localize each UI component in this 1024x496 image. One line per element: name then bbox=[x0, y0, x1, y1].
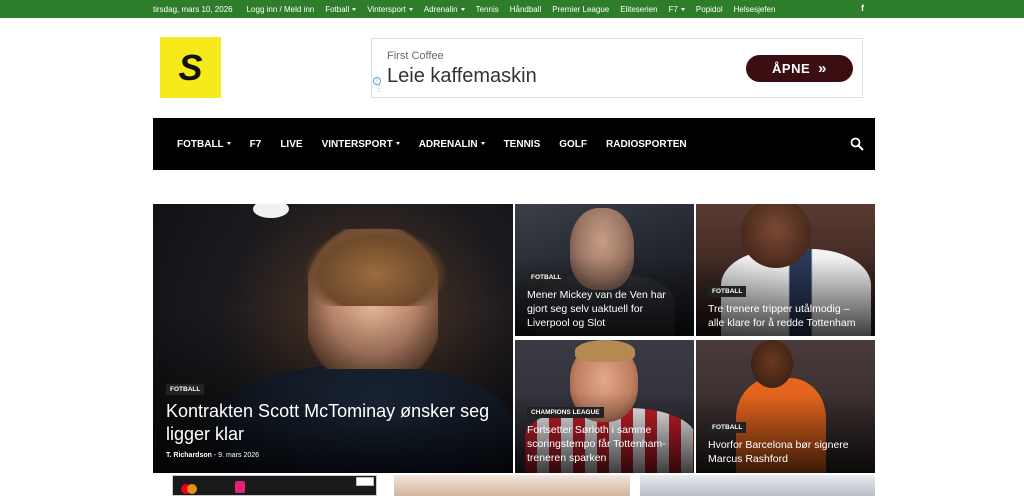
top-nav-eliteserien[interactable]: Eliteserien bbox=[620, 5, 657, 14]
advertisement-banner[interactable]: i ⋮ First Coffee Leie kaffemaskin ÅPNE » bbox=[371, 38, 863, 98]
ad-menu-icon[interactable]: ⋮ bbox=[375, 85, 383, 93]
top-nav-adrenalin[interactable]: Adrenalin bbox=[424, 5, 465, 14]
top-nav-popidol[interactable]: Popidol bbox=[696, 5, 723, 14]
chevron-down-icon bbox=[680, 7, 685, 11]
ad-brand: First Coffee bbox=[387, 50, 444, 62]
article-image-hair bbox=[303, 226, 448, 306]
main-nav: FOTBALL F7 LIVE VINTERSPORT ADRENALIN TE… bbox=[153, 118, 875, 170]
current-date: tirsdag, mars 10, 2026 bbox=[153, 4, 233, 14]
ad-choices-icon[interactable] bbox=[356, 477, 374, 486]
article-title[interactable]: Mener Mickey van de Ven har gjort seg se… bbox=[527, 288, 687, 330]
featured-article-tile[interactable]: FOTBALL Mener Mickey van de Ven har gjor… bbox=[515, 204, 694, 336]
top-nav: Logg inn / Meld inn Fotball Vintersport … bbox=[247, 5, 787, 14]
mastercard-icon bbox=[181, 484, 199, 495]
search-icon[interactable] bbox=[850, 137, 864, 151]
category-badge[interactable]: FOTBALL bbox=[166, 384, 205, 395]
article-image-hair bbox=[575, 340, 635, 362]
site-logo[interactable]: S bbox=[160, 37, 221, 98]
article-title[interactable]: Kontrakten Scott McTominay ønsker seg li… bbox=[166, 400, 501, 446]
nav-item-fotball[interactable]: FOTBALL bbox=[177, 139, 231, 150]
top-nav-handball[interactable]: Håndball bbox=[510, 5, 542, 14]
article-image-subject bbox=[751, 340, 793, 388]
article-title[interactable]: Fortsetter Sørloth i samme scoringstempo… bbox=[527, 423, 687, 465]
category-badge[interactable]: FOTBALL bbox=[708, 286, 747, 297]
advertisement-card[interactable] bbox=[172, 475, 377, 496]
top-nav-fotball[interactable]: Fotball bbox=[325, 5, 357, 14]
ad-open-button[interactable]: ÅPNE » bbox=[746, 55, 853, 82]
top-nav-premier-league[interactable]: Premier League bbox=[552, 5, 609, 14]
top-bar: tirsdag, mars 10, 2026 Logg inn / Meld i… bbox=[0, 0, 1024, 18]
top-nav-f7[interactable]: F7 bbox=[669, 5, 685, 14]
article-card-image[interactable] bbox=[640, 475, 875, 496]
article-date: 9. mars 2026 bbox=[218, 452, 260, 459]
nav-item-vintersport[interactable]: VINTERSPORT bbox=[322, 139, 400, 150]
article-card-image[interactable] bbox=[394, 475, 630, 496]
nav-item-golf[interactable]: GOLF bbox=[559, 139, 587, 150]
ad-headline: Leie kaffemaskin bbox=[387, 65, 537, 87]
ad-open-label: ÅPNE bbox=[772, 61, 811, 76]
featured-article-main[interactable]: FOTBALL Kontrakten Scott McTominay ønske… bbox=[153, 204, 513, 473]
article-title[interactable]: Hvorfor Barcelona bør signere Marcus Ras… bbox=[708, 438, 868, 466]
article-author[interactable]: T. Richardson bbox=[166, 452, 212, 459]
article-meta: T. Richardson - 9. mars 2026 bbox=[166, 452, 259, 459]
top-nav-helsesjefen[interactable]: Helsesjefen bbox=[734, 5, 776, 14]
nav-item-radiosporten[interactable]: RADIOSPORTEN bbox=[606, 139, 687, 150]
top-nav-tennis[interactable]: Tennis bbox=[476, 5, 499, 14]
nav-item-live[interactable]: LIVE bbox=[280, 139, 302, 150]
facebook-icon[interactable]: f bbox=[861, 3, 864, 13]
featured-article-tile[interactable]: FOTBALL Hvorfor Barcelona bør signere Ma… bbox=[696, 340, 875, 473]
double-chevron-right-icon: » bbox=[818, 60, 827, 77]
chevron-down-icon bbox=[408, 7, 413, 11]
chevron-down-icon bbox=[395, 142, 400, 146]
chevron-down-icon bbox=[480, 142, 485, 146]
stadium-light bbox=[253, 204, 289, 218]
nav-item-f7[interactable]: F7 bbox=[250, 139, 262, 150]
article-title[interactable]: Tre trenere tripper utålmodig – alle kla… bbox=[708, 302, 868, 330]
chevron-down-icon bbox=[352, 7, 357, 11]
category-badge[interactable]: FOTBALL bbox=[708, 422, 747, 433]
top-nav-login[interactable]: Logg inn / Meld inn bbox=[247, 5, 315, 14]
featured-article-tile[interactable]: FOTBALL Tre trenere tripper utålmodig – … bbox=[696, 204, 875, 336]
top-nav-vintersport[interactable]: Vintersport bbox=[367, 5, 413, 14]
brand-logo-icon bbox=[235, 481, 245, 493]
logo-letter: S bbox=[178, 46, 203, 88]
chevron-down-icon bbox=[226, 142, 231, 146]
nav-item-adrenalin[interactable]: ADRENALIN bbox=[419, 139, 485, 150]
category-badge[interactable]: FOTBALL bbox=[527, 272, 566, 283]
meta-separator: - bbox=[213, 452, 217, 459]
featured-article-tile[interactable]: CHAMPIONS LEAGUE Fortsetter Sørloth i sa… bbox=[515, 340, 694, 473]
nav-item-tennis[interactable]: TENNIS bbox=[504, 139, 541, 150]
category-badge[interactable]: CHAMPIONS LEAGUE bbox=[527, 407, 604, 418]
chevron-down-icon bbox=[460, 7, 465, 11]
image-overlay bbox=[153, 311, 513, 473]
